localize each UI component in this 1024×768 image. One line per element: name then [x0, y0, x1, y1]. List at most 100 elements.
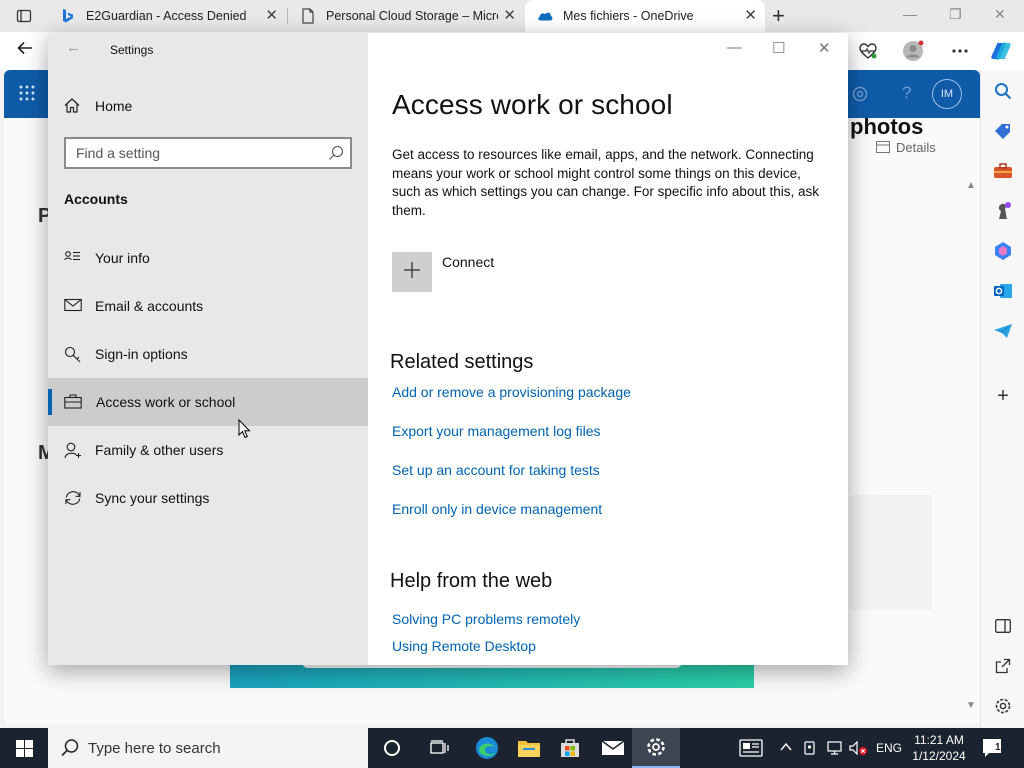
browser-close-button[interactable]: ✕ [994, 6, 1006, 23]
browser-tab-bar: E2Guardian - Access Denied ✕ Personal Cl… [0, 0, 1024, 32]
key-icon [64, 346, 82, 363]
briefcase-icon [64, 394, 82, 410]
link-remote-desktop[interactable]: Using Remote Desktop [392, 638, 536, 654]
add-icon[interactable]: + [992, 385, 1014, 407]
task-view-icon[interactable] [416, 728, 464, 768]
photos-heading: photos [850, 114, 924, 139]
tab-onedrive[interactable]: Mes fichiers - OneDrive ✕ [525, 0, 765, 32]
nav-item-label: Family & other users [95, 442, 224, 458]
copilot-icon[interactable] [990, 40, 1012, 62]
settings-window: ← Settings Home Accounts Your info [48, 33, 848, 665]
person-card-icon [64, 250, 82, 266]
microsoft-365-icon[interactable] [992, 240, 1014, 262]
help-from-web-heading: Help from the web [390, 570, 553, 592]
start-button[interactable] [0, 728, 48, 768]
taskbar-search-box[interactable]: Type here to search [48, 728, 368, 768]
sidebar-panel-icon[interactable] [992, 615, 1014, 637]
mail-app-icon[interactable] [589, 728, 637, 768]
browser-restore-button[interactable]: ❐ [949, 6, 962, 23]
section-heading: Accounts [64, 191, 128, 207]
link-provisioning-package[interactable]: Add or remove a provisioning package [392, 384, 631, 400]
network-icon[interactable] [826, 740, 844, 759]
meet-now-icon[interactable] [803, 740, 819, 759]
find-setting-search[interactable] [64, 137, 352, 169]
page-description: Get access to resources like email, apps… [392, 147, 819, 218]
nav-home[interactable]: Home [48, 90, 368, 122]
avatar[interactable]: IM [932, 79, 962, 109]
plus-icon [403, 261, 421, 284]
nav-item-your-info[interactable]: Your info [48, 234, 368, 282]
nav-item-sync-settings[interactable]: Sync your settings [48, 474, 368, 522]
taskbar-clock[interactable]: 11:21 AM 1/12/2024 [906, 732, 972, 764]
taskbar: Type here to search ENG 11:21 AM 1/12/20… [0, 728, 1024, 768]
details-button[interactable]: Details [876, 140, 936, 155]
tab-title: E2Guardian - Access Denied [86, 9, 247, 23]
related-settings-heading: Related settings [390, 351, 534, 373]
news-widget-icon[interactable] [739, 739, 763, 760]
search-icon [60, 738, 80, 763]
bing-icon [60, 8, 76, 24]
language-indicator[interactable]: ENG [876, 741, 902, 755]
scroll-up-icon[interactable]: ▲ [966, 180, 976, 191]
nav-item-label: Sign-in options [95, 346, 188, 362]
sidebar-settings-icon[interactable] [992, 695, 1014, 717]
help-icon[interactable]: ? [902, 83, 911, 103]
more-options-icon[interactable] [949, 40, 971, 62]
document-icon [300, 8, 316, 24]
back-arrow-icon[interactable] [16, 39, 34, 63]
person-add-icon [64, 442, 82, 459]
outlook-icon[interactable] [992, 280, 1014, 302]
tab-title: Mes fichiers - OneDrive [563, 9, 694, 23]
games-icon[interactable] [992, 200, 1014, 222]
tab-e2guardian[interactable]: E2Guardian - Access Denied ✕ [48, 0, 286, 32]
search-icon[interactable] [992, 80, 1014, 102]
settings-gear-icon[interactable] [851, 85, 869, 108]
sync-icon [64, 490, 82, 506]
nav-item-access-work-school[interactable]: Access work or school [48, 378, 368, 426]
clock-date: 1/12/2024 [912, 749, 966, 763]
toolbox-icon[interactable] [992, 160, 1014, 182]
link-set-up-test-account[interactable]: Set up an account for taking tests [392, 462, 600, 478]
mail-icon [64, 298, 82, 314]
link-enroll-device-management[interactable]: Enroll only in device management [392, 501, 602, 517]
nav-item-label: Access work or school [96, 394, 236, 410]
tab-personal-cloud-storage[interactable]: Personal Cloud Storage – Micros ✕ [288, 0, 524, 32]
mouse-pointer-icon [238, 418, 251, 444]
browser-minimize-button[interactable]: — [903, 6, 917, 22]
browser-essentials-icon[interactable] [857, 40, 879, 62]
clock-time: 11:21 AM [914, 733, 964, 747]
back-arrow-icon[interactable]: ← [66, 39, 81, 56]
onedrive-icon [537, 8, 553, 24]
settings-app-icon[interactable] [632, 728, 680, 768]
search-icon[interactable] [328, 145, 344, 166]
link-export-logs[interactable]: Export your management log files [392, 423, 601, 439]
scroll-down-icon[interactable]: ▼ [966, 700, 976, 711]
connect-label[interactable]: Connect [442, 254, 494, 270]
notification-count: 1 [995, 742, 1001, 753]
shopping-tag-icon[interactable] [992, 120, 1014, 142]
connect-button[interactable] [392, 252, 432, 292]
edge-sidebar: + [980, 70, 1024, 728]
nav-item-email-accounts[interactable]: Email & accounts [48, 282, 368, 330]
link-solving-pc-problems[interactable]: Solving PC problems remotely [392, 611, 580, 627]
close-tab-icon[interactable]: ✕ [265, 8, 278, 24]
tab-title: Personal Cloud Storage – Micros [326, 9, 498, 23]
volume-muted-icon[interactable] [848, 740, 868, 759]
nav-item-family-other-users[interactable]: Family & other users [48, 426, 368, 474]
app-launcher-icon[interactable] [18, 84, 36, 107]
close-tab-icon[interactable]: ✕ [503, 8, 516, 24]
profile-avatar-icon[interactable] [902, 40, 924, 62]
microsoft-store-icon[interactable] [546, 728, 594, 768]
details-label: Details [896, 140, 936, 155]
taskbar-search-placeholder: Type here to search [88, 739, 221, 757]
cortana-icon[interactable] [368, 728, 416, 768]
open-external-icon[interactable] [992, 655, 1014, 677]
search-input[interactable] [66, 139, 306, 167]
tab-actions-icon[interactable] [8, 6, 40, 26]
edge-browser-icon[interactable] [463, 728, 511, 768]
close-tab-icon[interactable]: ✕ [744, 8, 757, 24]
nav-item-sign-in-options[interactable]: Sign-in options [48, 330, 368, 378]
new-tab-button[interactable]: + [772, 4, 785, 28]
tray-chevron-icon[interactable] [779, 740, 793, 757]
telegram-icon[interactable] [992, 320, 1014, 342]
